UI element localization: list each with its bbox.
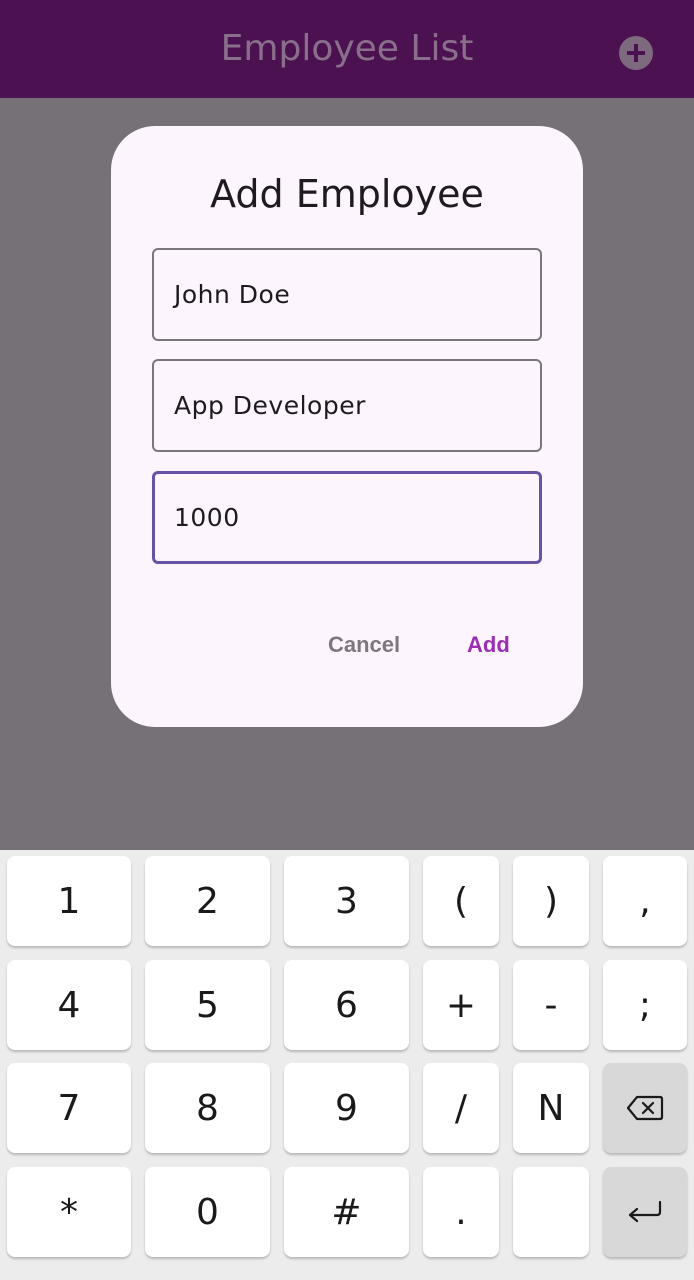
key-open-paren[interactable]: ( xyxy=(423,856,499,946)
add-button[interactable]: Add xyxy=(467,632,510,658)
position-field[interactable]: App Developer xyxy=(152,359,542,452)
key-7[interactable]: 7 xyxy=(7,1063,131,1153)
name-field[interactable]: John Doe xyxy=(152,248,542,341)
name-field-value: John Doe xyxy=(174,280,291,309)
dialog-title: Add Employee xyxy=(210,172,484,216)
key-5[interactable]: 5 xyxy=(145,960,270,1050)
key-hash[interactable]: # xyxy=(284,1167,409,1257)
key-9[interactable]: 9 xyxy=(284,1063,409,1153)
cancel-button[interactable]: Cancel xyxy=(328,632,400,658)
backspace-key[interactable] xyxy=(603,1063,687,1153)
enter-key[interactable] xyxy=(603,1167,687,1257)
key-1[interactable]: 1 xyxy=(7,856,131,946)
key-4[interactable]: 4 xyxy=(7,960,131,1050)
enter-icon xyxy=(626,1199,664,1225)
app-bar: Employee List xyxy=(0,0,694,98)
salary-field-value: 1000 xyxy=(174,503,240,532)
key-6[interactable]: 6 xyxy=(284,960,409,1050)
key-2[interactable]: 2 xyxy=(145,856,270,946)
key-comma[interactable]: , xyxy=(603,856,687,946)
key-0[interactable]: 0 xyxy=(145,1167,270,1257)
key-3[interactable]: 3 xyxy=(284,856,409,946)
key-8[interactable]: 8 xyxy=(145,1063,270,1153)
key-semicolon[interactable]: ; xyxy=(603,960,687,1050)
numeric-keyboard: 1 2 3 ( ) , 4 5 6 + - ; 7 8 9 / N * 0 # … xyxy=(0,850,694,1280)
key-plus[interactable]: + xyxy=(423,960,499,1050)
position-field-value: App Developer xyxy=(174,391,366,420)
key-blank[interactable] xyxy=(513,1167,589,1257)
key-slash[interactable]: / xyxy=(423,1063,499,1153)
key-n[interactable]: N xyxy=(513,1063,589,1153)
key-minus[interactable]: - xyxy=(513,960,589,1050)
add-circle-icon[interactable] xyxy=(619,36,653,70)
app-bar-title: Employee List xyxy=(220,28,474,69)
key-period[interactable]: . xyxy=(423,1167,499,1257)
salary-field[interactable]: 1000 xyxy=(152,471,542,564)
key-asterisk[interactable]: * xyxy=(7,1167,131,1257)
backspace-icon xyxy=(626,1095,664,1121)
key-close-paren[interactable]: ) xyxy=(513,856,589,946)
